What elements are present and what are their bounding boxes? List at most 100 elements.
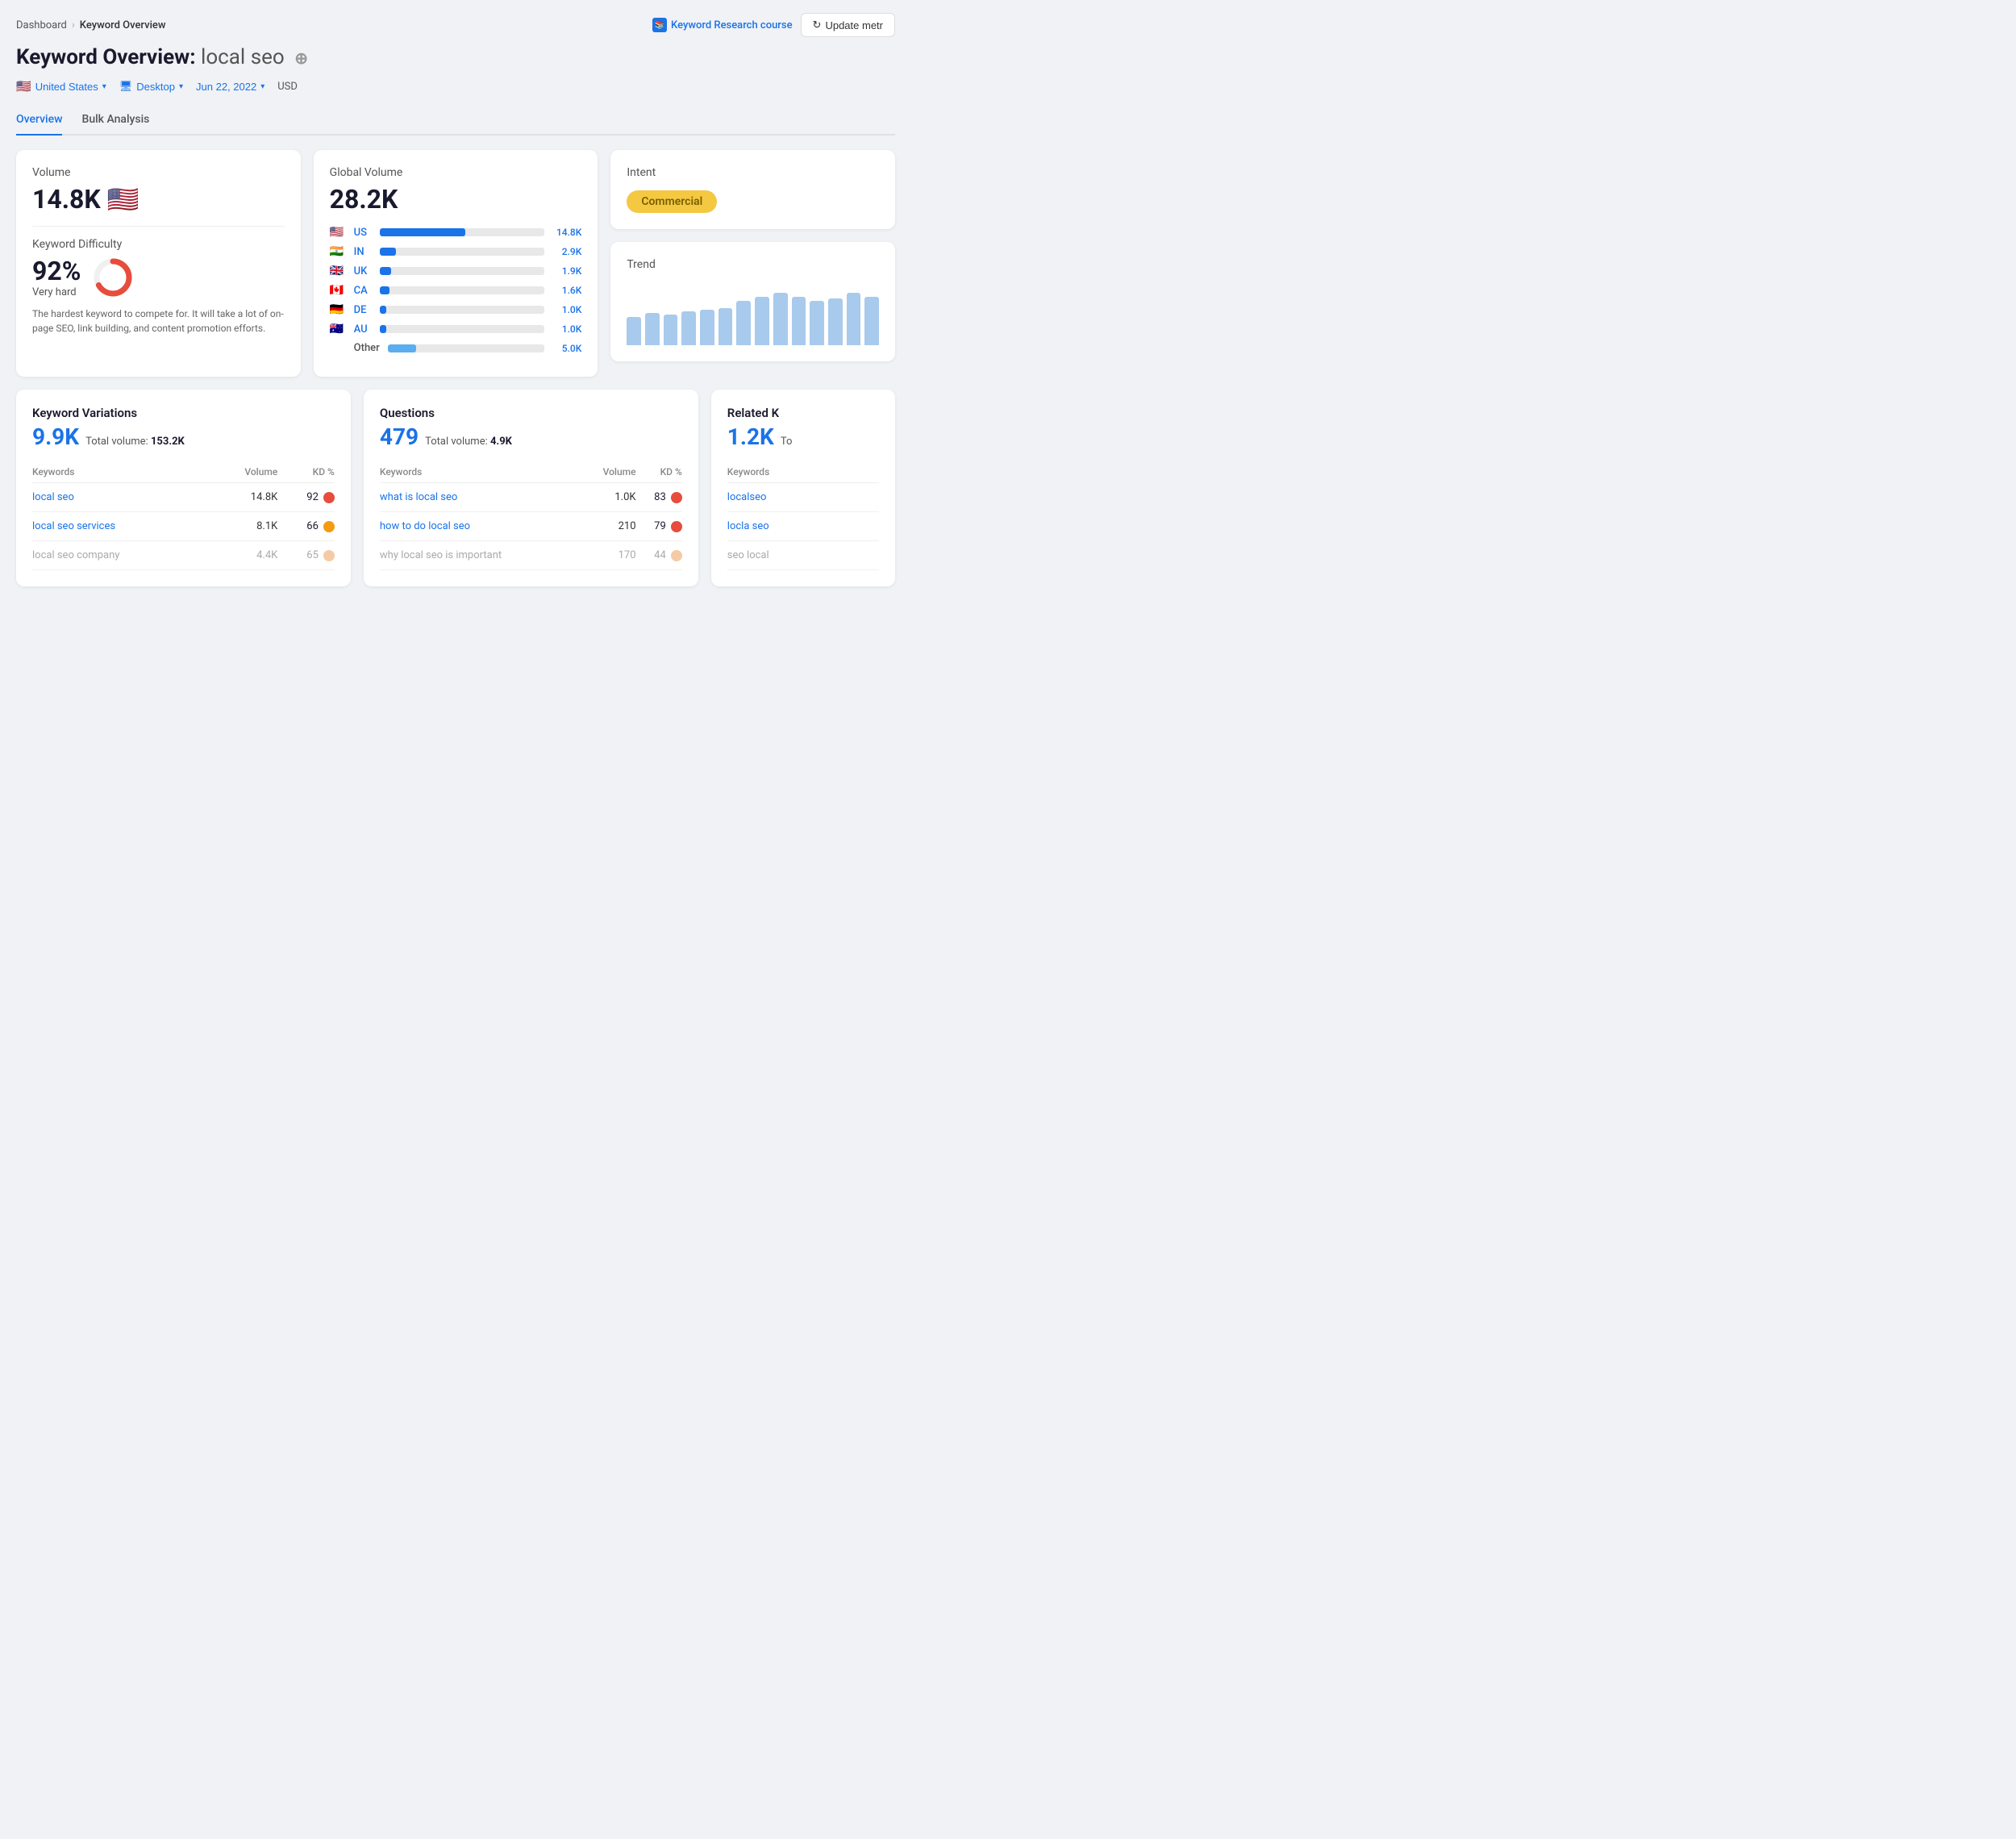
kv-title: Keyword Variations — [32, 406, 335, 420]
gv-country-de[interactable]: DE — [354, 304, 373, 316]
q-keyword-link[interactable]: how to do local seo — [380, 520, 470, 532]
kv-keyword-link[interactable]: local seo services — [32, 520, 115, 532]
kd-dot-red — [671, 521, 682, 532]
gv-row-us: 🇺🇸 US 14.8K — [330, 226, 582, 239]
rk-count: 1.2K — [727, 423, 774, 450]
gv-country-au[interactable]: AU — [354, 323, 373, 336]
kd-dot-red — [671, 492, 682, 503]
gv-bar-bg — [380, 306, 545, 314]
trend-bar — [755, 297, 769, 345]
gv-country-ca[interactable]: CA — [354, 285, 373, 297]
gv-country-other: Other — [354, 342, 381, 354]
us-flag: 🇺🇸 — [330, 226, 348, 239]
refresh-icon: ↻ — [813, 19, 822, 31]
kv-keyword-link[interactable]: local seo — [32, 491, 74, 503]
q-col-volume: Volume — [581, 461, 636, 483]
trend-bar — [627, 317, 641, 345]
gv-country-uk[interactable]: UK — [354, 265, 373, 277]
volume-kd-card: Volume 14.8K 🇺🇸 Keyword Difficulty 92% V… — [16, 150, 301, 377]
gv-bar-fill — [380, 248, 396, 256]
q-keyword-link-muted[interactable]: why local seo is important — [380, 549, 502, 561]
kv-volume: 14.8K — [210, 483, 277, 512]
country-filter[interactable]: 🇺🇸 United States ▾ — [16, 79, 106, 94]
table-row: seo local — [727, 541, 879, 570]
gv-country-us[interactable]: US — [354, 227, 373, 239]
gv-bar-bg — [380, 267, 545, 275]
rk-keyword-link[interactable]: localseo — [727, 491, 767, 503]
table-row: how to do local seo 210 79 — [380, 512, 682, 541]
tabs: Overview Bulk Analysis — [16, 106, 895, 136]
rk-table: Keywords localseo locla seo seo local — [727, 461, 879, 570]
add-keyword-icon[interactable]: ⊕ — [294, 48, 308, 68]
intent-trend-column: Intent Commercial Trend — [610, 150, 895, 377]
trend-bars — [627, 281, 879, 345]
kv-stats: 9.9K Total volume: 153.2K — [32, 423, 335, 450]
kv-keyword-link-muted[interactable]: local seo company — [32, 549, 119, 561]
breadcrumb-home[interactable]: Dashboard — [16, 19, 67, 31]
breadcrumb-current: Keyword Overview — [80, 19, 166, 31]
gv-row-other: Other 5.0K — [330, 342, 582, 354]
trend-bar — [700, 310, 714, 345]
update-metrics-button[interactable]: ↻ Update metr — [801, 13, 895, 37]
kv-volume: 8.1K — [210, 512, 277, 541]
country-flag: 🇺🇸 — [16, 79, 31, 94]
kd-donut-chart — [92, 256, 134, 298]
kv-col-volume: Volume — [210, 461, 277, 483]
trend-bar — [719, 308, 733, 345]
kv-table: Keywords Volume KD % local seo 14.8K 92 — [32, 461, 335, 570]
table-row: local seo services 8.1K 66 — [32, 512, 335, 541]
gv-bar-fill — [380, 267, 391, 275]
kv-kd: 92 — [277, 483, 335, 512]
de-flag: 🇩🇪 — [330, 303, 348, 316]
kd-dot-red — [323, 492, 335, 503]
gv-bar-bg — [380, 228, 545, 236]
chevron-down-icon: ▾ — [260, 82, 264, 91]
kd-value: 92% — [32, 256, 81, 286]
kv-count: 9.9K — [32, 423, 79, 450]
tab-overview[interactable]: Overview — [16, 106, 62, 136]
course-link[interactable]: 📚 Keyword Research course — [652, 18, 793, 32]
date-filter[interactable]: Jun 22, 2022 ▾ — [196, 81, 264, 93]
q-stats: 479 Total volume: 4.9K — [380, 423, 682, 450]
trend-bar — [864, 297, 879, 345]
uk-flag: 🇬🇧 — [330, 265, 348, 277]
rk-total-label: To — [781, 436, 793, 448]
kd-dot-light — [671, 550, 682, 561]
device-filter[interactable]: 🖥 Desktop ▾ — [119, 80, 183, 93]
gv-bar-fill — [380, 306, 386, 314]
gv-bar-bg — [380, 325, 545, 333]
gv-bar-bg — [380, 248, 545, 256]
table-row: what is local seo 1.0K 83 — [380, 483, 682, 512]
breadcrumb: Dashboard › Keyword Overview — [16, 19, 166, 31]
kd-description: The hardest keyword to compete for. It w… — [32, 306, 285, 336]
rk-keyword-link-muted[interactable]: seo local — [727, 549, 769, 561]
q-keyword-link[interactable]: what is local seo — [380, 491, 457, 503]
tab-bulk-analysis[interactable]: Bulk Analysis — [81, 106, 149, 136]
global-volume-value: 28.2K — [330, 184, 582, 215]
intent-label: Intent — [627, 166, 879, 179]
rk-stats: 1.2K To — [727, 423, 879, 450]
ca-flag: 🇨🇦 — [330, 284, 348, 297]
chevron-down-icon: ▾ — [179, 82, 183, 91]
page-title: Keyword Overview: local seo ⊕ — [16, 45, 308, 69]
trend-label: Trend — [627, 258, 879, 271]
trend-bar — [736, 301, 751, 345]
gv-country-in[interactable]: IN — [354, 246, 373, 258]
kd-row: 92% Very hard — [32, 256, 285, 298]
global-volume-card: Global Volume 28.2K 🇺🇸 US 14.8K 🇮🇳 IN 2.… — [314, 150, 598, 377]
gv-bar-fill — [380, 228, 465, 236]
table-row: why local seo is important 170 44 — [380, 541, 682, 570]
currency-label: USD — [277, 81, 298, 93]
rk-keyword-link[interactable]: locla seo — [727, 520, 769, 532]
related-keywords-card: Related K 1.2K To Keywords localseo locl… — [711, 390, 895, 586]
q-total-vol-label: Total volume: 4.9K — [425, 436, 512, 448]
table-row: local seo 14.8K 92 — [32, 483, 335, 512]
global-volume-rows: 🇺🇸 US 14.8K 🇮🇳 IN 2.9K 🇬🇧 UK 1.9K — [330, 226, 582, 354]
volume-label: Volume — [32, 166, 285, 179]
q-count: 479 — [380, 423, 419, 450]
gv-row-ca: 🇨🇦 CA 1.6K — [330, 284, 582, 297]
gv-bar-fill — [380, 325, 386, 333]
trend-bar — [847, 293, 861, 345]
table-row: localseo — [727, 483, 879, 512]
rk-title: Related K — [727, 406, 879, 420]
